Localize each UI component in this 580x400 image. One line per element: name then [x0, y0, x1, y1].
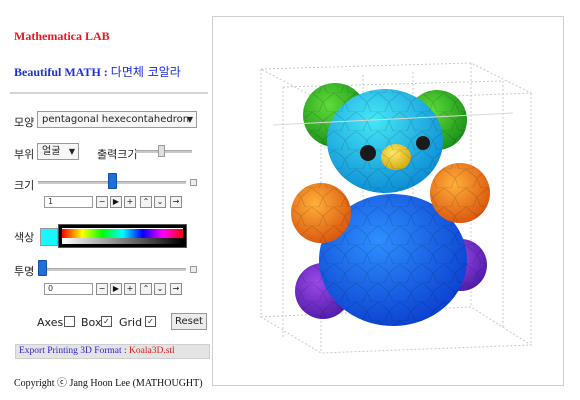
opacity-slider-thumb[interactable]	[38, 260, 47, 276]
output-size-thumb[interactable]	[158, 145, 165, 157]
box-checkbox[interactable]: ✓	[101, 316, 112, 327]
export-filename: Koala3D.stl	[129, 346, 175, 356]
size-plus-icon[interactable]: +	[124, 196, 136, 208]
output-size-label: 출력크기	[97, 148, 138, 161]
hue-gradient[interactable]	[62, 229, 183, 238]
subtitle-korean: 다면체 코알라	[110, 65, 181, 79]
box-label: Box	[81, 316, 102, 329]
chevron-down-icon: ▼	[186, 115, 193, 124]
size-double-chevron-up-icon[interactable]: ⌃	[140, 196, 152, 208]
reset-button[interactable]: Reset	[171, 313, 207, 330]
opacity-value-field[interactable]: 0	[44, 283, 93, 295]
opacity-double-chevron-down-icon[interactable]: ⌄	[154, 283, 166, 295]
opacity-play-icon[interactable]: ▶	[110, 283, 122, 295]
part-select[interactable]: 얼굴 ▼	[37, 143, 79, 160]
size-value-field[interactable]: 1	[44, 196, 93, 208]
opacity-arrow-right-icon[interactable]: →	[170, 283, 182, 295]
color-picker[interactable]	[58, 224, 187, 248]
size-label: 크기	[14, 179, 35, 192]
subtitle-prefix: Beautiful MATH :	[14, 65, 108, 79]
shade-gradient[interactable]	[62, 238, 183, 244]
axes-checkbox[interactable]	[64, 316, 75, 327]
app-title: Mathematica LAB	[14, 29, 110, 43]
koala-eye-left	[360, 145, 376, 161]
size-minus-icon[interactable]: −	[96, 196, 108, 208]
size-slider-end[interactable]	[190, 179, 197, 186]
axes-label: Axes	[37, 316, 64, 329]
3d-viewport[interactable]	[212, 16, 564, 386]
size-arrow-right-icon[interactable]: →	[170, 196, 182, 208]
opacity-label: 투명	[14, 265, 35, 278]
subtitle: Beautiful MATH : 다면체 코알라	[14, 63, 181, 80]
koala-nose	[381, 144, 411, 170]
opacity-plus-icon[interactable]: +	[124, 283, 136, 295]
color-swatch[interactable]	[40, 228, 58, 246]
shape-select-value: pentagonal hexecontahedron	[42, 114, 190, 125]
koala-render[interactable]	[213, 17, 563, 385]
size-slider-thumb[interactable]	[108, 173, 117, 189]
opacity-minus-icon[interactable]: −	[96, 283, 108, 295]
chevron-down-icon: ▼	[68, 147, 75, 156]
shape-select[interactable]: pentagonal hexecontahedron ▼	[37, 111, 197, 128]
size-play-icon[interactable]: ▶	[110, 196, 122, 208]
part-label: 부위	[14, 148, 35, 161]
koala-arm-right	[430, 163, 490, 223]
shape-label: 모양	[14, 116, 35, 129]
opacity-slider-end[interactable]	[190, 266, 197, 273]
koala-arm-left	[291, 183, 351, 243]
export-stl-button[interactable]: Export Printing 3D Format : Koala3D.stl	[15, 344, 210, 359]
opacity-double-chevron-up-icon[interactable]: ⌃	[140, 283, 152, 295]
color-label: 색상	[14, 231, 35, 244]
koala-eye-right	[416, 136, 430, 150]
copyright: Copyright ⓒ Jang Hoon Lee (MATHOUGHT)	[14, 378, 203, 389]
grid-checkbox[interactable]: ✓	[145, 316, 156, 327]
export-label: Export Printing 3D Format :	[19, 346, 127, 356]
part-select-value: 얼굴	[42, 146, 61, 157]
grid-label: Grid	[119, 316, 143, 329]
separator	[10, 92, 208, 94]
size-double-chevron-down-icon[interactable]: ⌄	[154, 196, 166, 208]
opacity-slider[interactable]	[38, 268, 186, 271]
